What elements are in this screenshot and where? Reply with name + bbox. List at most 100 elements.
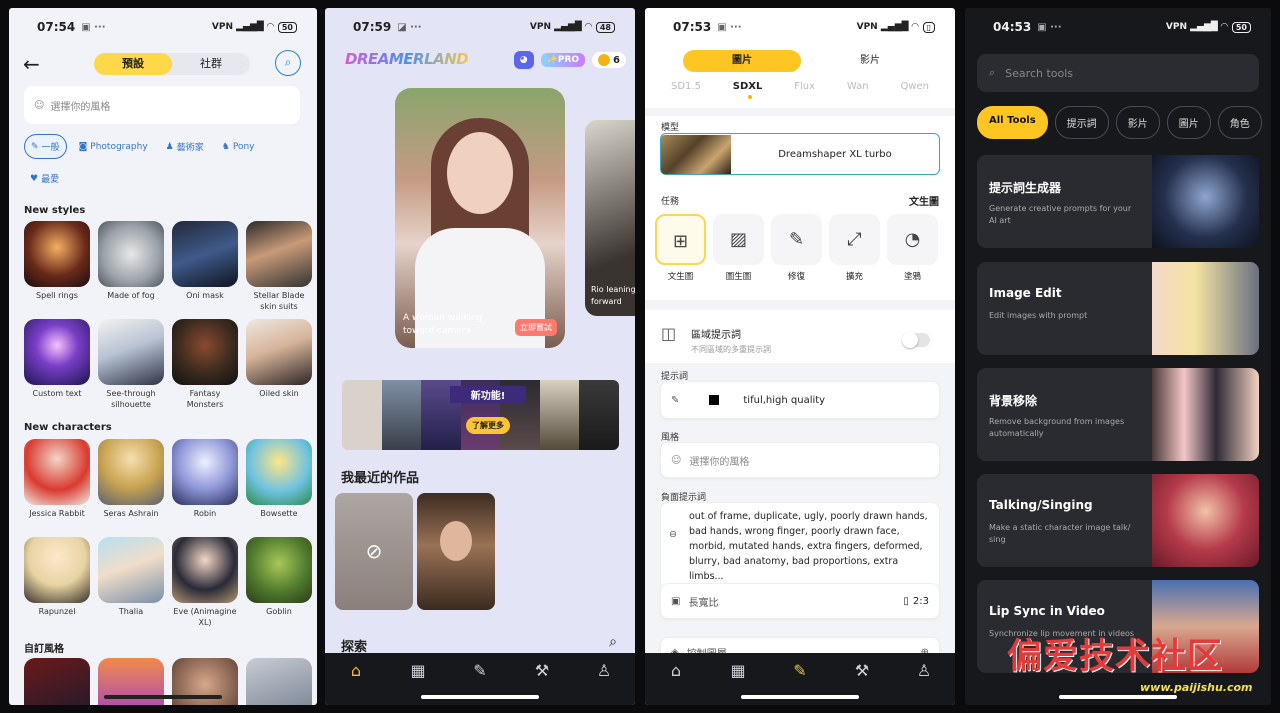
task-img2img[interactable]: ▨ 圖生圖 — [713, 214, 764, 282]
tab-all-tools[interactable]: All Tools — [977, 106, 1048, 139]
aspect-ratio-row[interactable]: ▣ 長寬比 ▯ 2:3 — [660, 583, 940, 619]
battery-icon: 50 — [1231, 21, 1251, 33]
style-search-input[interactable]: ☺ 選擇你的風格 — [24, 86, 300, 124]
region-prompt-toggle[interactable] — [902, 332, 930, 348]
work-thumbnail[interactable] — [417, 493, 495, 610]
style-tile[interactable]: Made of fog — [98, 221, 164, 312]
chip-general[interactable]: ✎ 一般 — [24, 134, 67, 159]
new-feature-banner[interactable]: 新功能! 了解更多 — [342, 380, 619, 450]
brush-icon[interactable]: ✎ — [465, 661, 495, 680]
task-txt2img[interactable]: ⊞ 文生圖 — [655, 214, 706, 282]
character-tile[interactable]: Rapunzel — [24, 537, 90, 628]
pro-badge[interactable]: ✨PRO — [540, 53, 586, 67]
style-tile[interactable]: Fantasy Monsters — [172, 319, 238, 410]
category-chips: ✎ 一般 ◙ Photography ♟ 藝術家 ♞ Pony ♥ 最愛 — [24, 134, 307, 190]
chip-pony[interactable]: ♞ Pony — [216, 134, 261, 159]
wrench-icon[interactable]: ⚒ — [527, 661, 557, 680]
tab-image[interactable]: 圖片 — [1166, 106, 1211, 139]
home-icon[interactable]: ⌂ — [341, 661, 371, 680]
back-arrow-icon[interactable]: ← — [23, 52, 40, 76]
learn-more-button[interactable]: 了解更多 — [466, 417, 510, 434]
tool-card[interactable]: Image Edit Edit images with prompt — [977, 262, 1259, 355]
tab-image[interactable]: 圖片 — [683, 50, 801, 72]
style-tile[interactable]: Oni mask — [172, 221, 238, 312]
tool-description: Generate creative prompts for your AI ar… — [989, 204, 1132, 225]
grid-icon[interactable]: ▦ — [403, 661, 433, 680]
style-tile[interactable]: Spell rings — [24, 221, 90, 312]
chip-artist[interactable]: ♟ 藝術家 — [160, 134, 210, 159]
tab-sd15[interactable]: SD1.5 — [671, 81, 701, 92]
character-tile[interactable]: Jessica Rabbit — [24, 439, 90, 519]
tab-default[interactable]: 預設 — [94, 53, 172, 75]
home-indicator[interactable] — [421, 695, 539, 699]
character-thumbnail — [246, 439, 312, 505]
featured-card-next[interactable]: Rio leaning forward — [585, 120, 635, 316]
style-tile[interactable]: See-through silhouette — [98, 319, 164, 410]
tab-wan[interactable]: Wan — [847, 81, 869, 92]
tab-community[interactable]: 社群 — [172, 53, 250, 75]
hidden-work-thumbnail[interactable]: ⊘ — [335, 493, 413, 610]
character-name: Thalia — [118, 607, 144, 616]
character-tile[interactable]: Goblin — [246, 537, 312, 628]
character-tile[interactable]: Seras Ashrain — [98, 439, 164, 519]
custom-style-tile[interactable] — [24, 658, 90, 705]
character-thumbnail — [172, 439, 238, 505]
tool-card[interactable]: Talking/Singing Make a static character … — [977, 474, 1259, 567]
banner-title: 新功能! — [450, 386, 526, 403]
tab-character[interactable]: 角色 — [1217, 106, 1262, 139]
battery-icon: 50 — [277, 21, 297, 33]
character-thumbnail — [98, 537, 164, 603]
featured-card[interactable]: A woman walking toward camera 立即嘗試 — [395, 88, 565, 348]
tab-video[interactable]: 影片 — [1115, 106, 1160, 139]
home-indicator[interactable] — [104, 695, 222, 699]
task-outpaint[interactable]: ⤢ 擴充 — [829, 214, 880, 282]
style-tile[interactable]: Custom text — [24, 319, 90, 410]
grid-icon[interactable]: ▦ — [723, 661, 753, 680]
tool-preview — [1152, 368, 1259, 461]
style-thumbnail — [24, 319, 90, 385]
home-indicator[interactable] — [741, 695, 859, 699]
character-name: Seras Ashrain — [103, 509, 159, 518]
negative-prompt-input[interactable]: out of frame, duplicate, ugly, poorly dr… — [660, 502, 940, 591]
chip-label: Pony — [232, 141, 255, 152]
character-tile[interactable]: Eve (Animagine XL) — [172, 537, 238, 628]
section-new-characters: New characters — [24, 422, 112, 433]
tab-sdxl[interactable]: SDXL — [733, 81, 762, 99]
chip-favorites[interactable]: ♥ 最愛 — [24, 167, 65, 190]
section-custom-styles: 自訂風格 — [24, 644, 64, 655]
character-tile[interactable]: Thalia — [98, 537, 164, 628]
profile-icon[interactable]: ♙ — [909, 661, 939, 680]
style-tile[interactable]: Stellar Blade skin suits — [246, 221, 312, 312]
style-input[interactable]: ☺ 選擇你的風格 — [660, 442, 940, 478]
character-tile[interactable]: Bowsette — [246, 439, 312, 519]
tab-video[interactable]: 影片 — [811, 50, 929, 72]
tool-card[interactable]: 提示詞生成器 Generate creative prompts for you… — [977, 155, 1259, 248]
character-tile[interactable]: Robin — [172, 439, 238, 519]
model-selector[interactable]: Dreamshaper XL turbo — [660, 133, 940, 175]
tool-card[interactable]: 背景移除 Remove background from images autom… — [977, 368, 1259, 461]
chip-photography[interactable]: ◙ Photography — [73, 134, 154, 159]
style-tile[interactable]: Oiled skin — [246, 319, 312, 410]
home-icon[interactable]: ⌂ — [661, 661, 691, 680]
task-sketch[interactable]: ◔ 塗鴉 — [887, 214, 938, 282]
profile-icon[interactable]: ♙ — [589, 661, 619, 680]
palette-icon: ◔ — [887, 214, 938, 265]
brush-icon[interactable]: ✎ — [785, 661, 815, 680]
search-icon[interactable]: ⌕ — [609, 634, 617, 650]
character-name: Robin — [193, 509, 217, 518]
wrench-icon[interactable]: ⚒ — [847, 661, 877, 680]
tab-qwen[interactable]: Qwen — [900, 81, 929, 92]
task-inpaint[interactable]: ✎ 修復 — [771, 214, 822, 282]
chip-label: 最愛 — [41, 175, 60, 185]
home-indicator[interactable] — [1059, 695, 1177, 699]
tab-flux[interactable]: Flux — [794, 81, 815, 92]
try-now-button[interactable]: 立即嘗試 — [515, 319, 557, 336]
search-icon[interactable]: ⌕ — [275, 50, 301, 76]
custom-style-tile[interactable] — [246, 658, 312, 705]
tool-search-input[interactable]: ⌕ Search tools — [977, 54, 1259, 92]
tab-prompts[interactable]: 提示詞 — [1054, 106, 1109, 139]
discord-icon[interactable]: ◕ — [513, 51, 534, 69]
prompt-input[interactable]: ✎ tiful,high quality — [660, 381, 940, 419]
coin-balance[interactable]: 6 — [592, 52, 626, 68]
tool-title: Image Edit — [989, 286, 1062, 300]
